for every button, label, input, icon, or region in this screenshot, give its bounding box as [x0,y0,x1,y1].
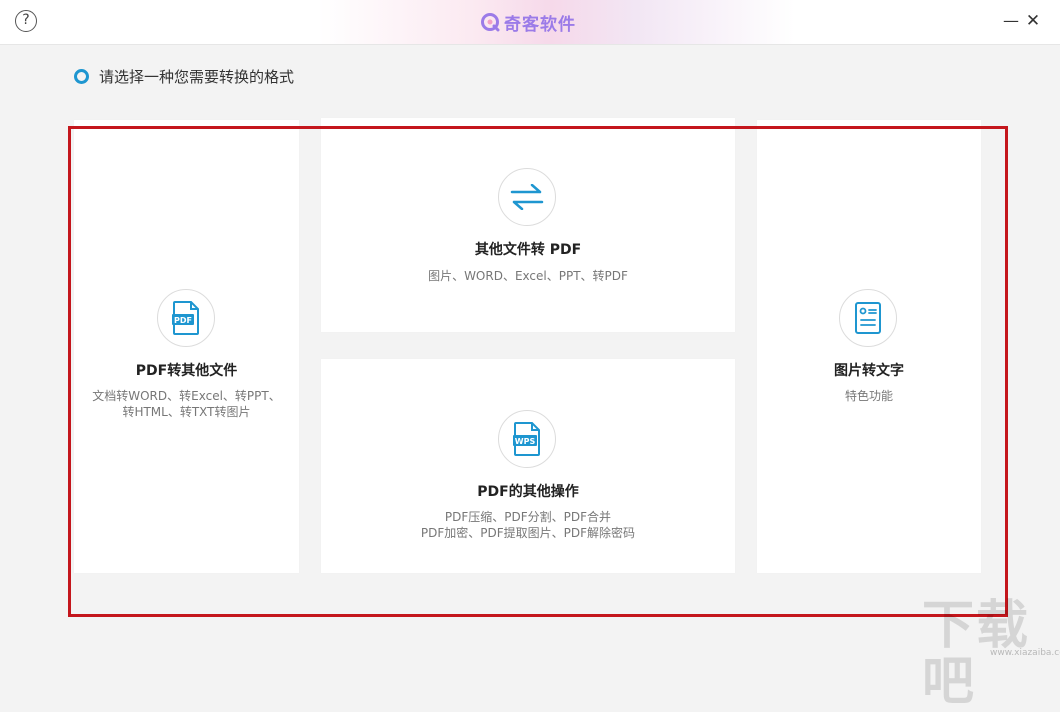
wps-file-icon: WPS [498,410,556,468]
brand-logo-icon [481,13,500,32]
brand-name: 奇客软件 [504,14,576,35]
prompt-text: 请选择一种您需要转换的格式 [99,68,295,86]
image-text-icon [839,289,897,347]
card-desc-line2: PDF加密、PDF提取图片、PDF解除密码 [420,526,636,540]
card-title: 图片转文字 [834,363,904,379]
pdf-file-icon: PDF [157,289,215,347]
close-button[interactable]: ✕ [1023,11,1043,31]
card-desc-line1: 文档转WORD、转Excel、转PPT、 [92,389,281,403]
card-desc-line1: PDF压缩、PDF分割、PDF合并 [444,510,612,524]
card-desc-line2: 转HTML、转TXT转图片 [122,405,251,419]
svg-text:PDF: PDF [174,316,192,325]
watermark-url: www.xiazaiba.com [990,648,1060,658]
card-other-to-pdf[interactable]: 其他文件转 PDF 图片、WORD、Excel、PPT、转PDF [321,118,735,332]
card-title: PDF的其他操作 [477,484,579,500]
card-image-to-text[interactable]: 图片转文字 特色功能 [757,120,981,573]
card-title: PDF转其他文件 [135,363,238,379]
svg-text:WPS: WPS [515,437,536,446]
card-title: 其他文件转 PDF [474,242,582,258]
circle-bullet-icon [74,69,89,84]
minimize-button[interactable]: — [1001,11,1021,31]
card-desc-line1: 特色功能 [844,389,893,403]
card-desc-line1: 图片、WORD、Excel、PPT、转PDF [428,269,628,283]
brand: 奇客软件 [480,10,576,35]
title-bar: ? 奇客软件 — ✕ [0,0,1060,45]
card-pdf-other-ops[interactable]: WPS PDF的其他操作 PDF压缩、PDF分割、PDF合并 PDF加密、PDF… [321,359,735,573]
card-pdf-to-other[interactable]: PDF PDF转其他文件 文档转WORD、转Excel、转PPT、 转HTML、… [74,120,299,573]
help-button[interactable]: ? [15,10,37,32]
convert-arrows-icon [498,168,556,226]
format-prompt: 请选择一种您需要转换的格式 [74,66,294,87]
